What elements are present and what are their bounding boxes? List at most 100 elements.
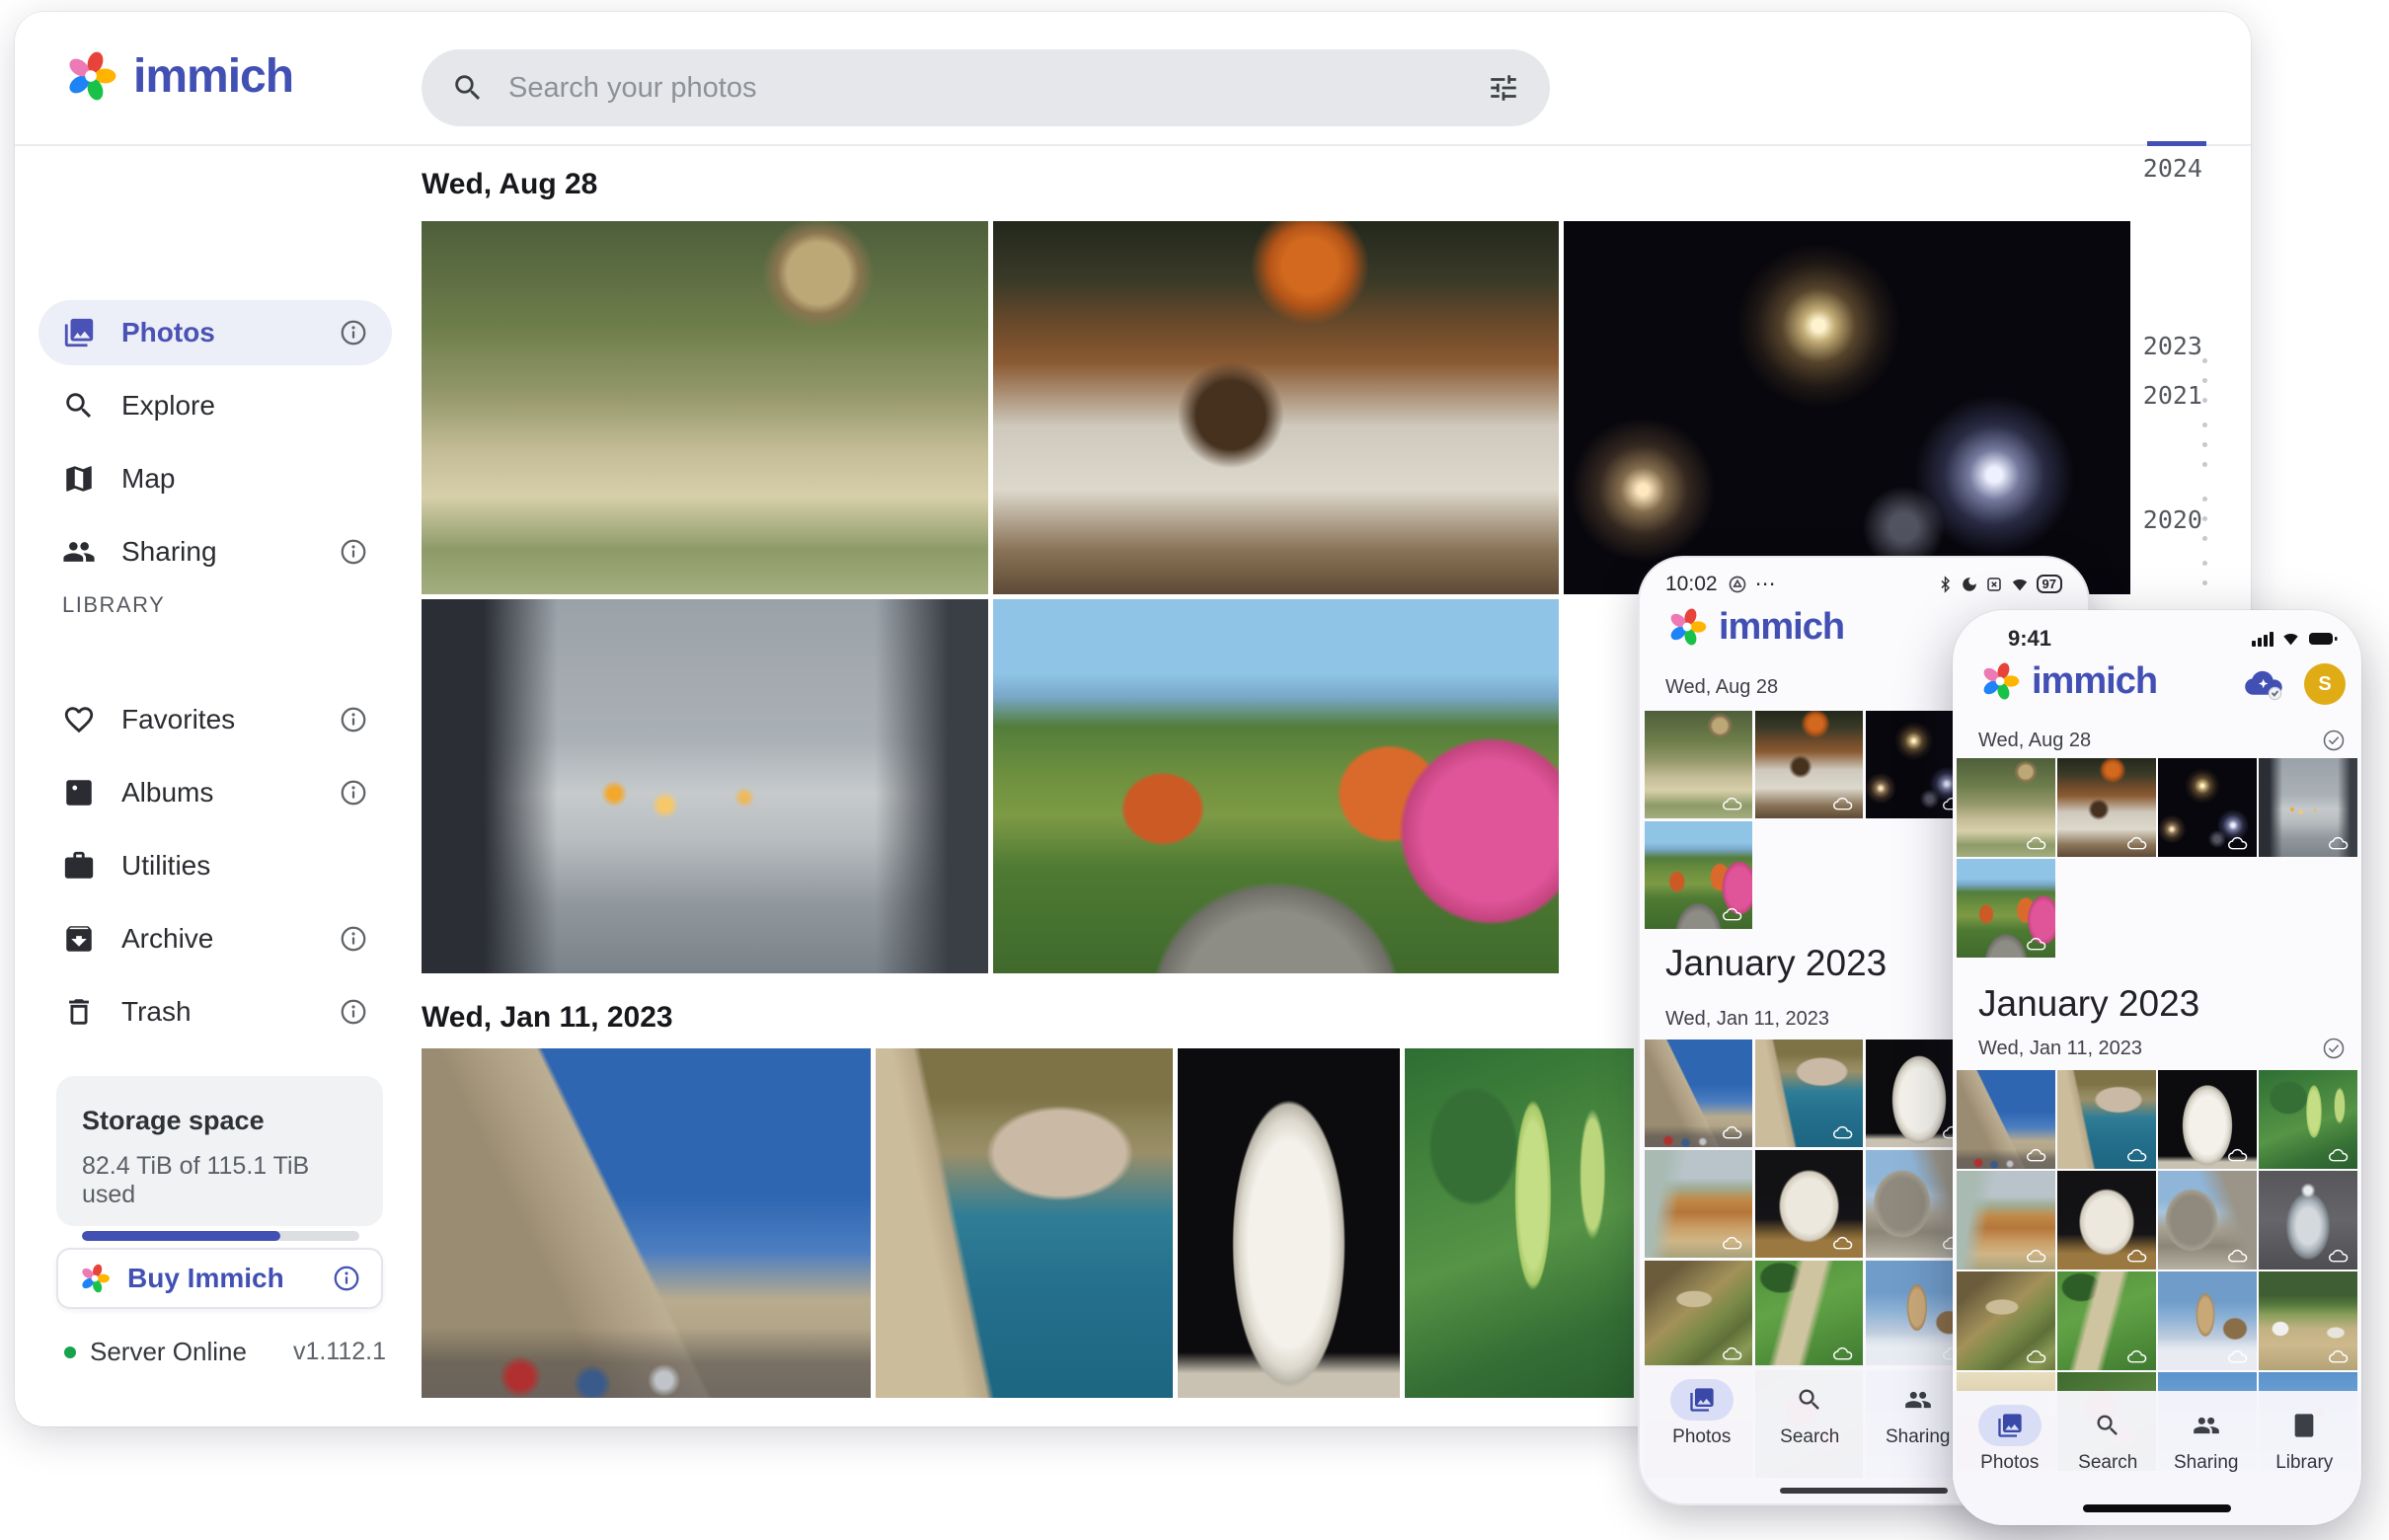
select-all-check-icon[interactable]: [2322, 729, 2346, 752]
photo-marble-bust[interactable]: [1178, 1048, 1400, 1398]
user-avatar[interactable]: S: [2304, 663, 2346, 705]
wifi-icon: [2280, 631, 2301, 647]
photo-winter-church[interactable]: [2158, 1271, 2257, 1370]
photo-monkeys-zoo[interactable]: [1645, 711, 1752, 818]
photo-monkeys-zoo[interactable]: [422, 221, 988, 594]
immich-marketing-composite: immich Upload Administration S: [0, 0, 2389, 1540]
info-icon[interactable]: [339, 537, 368, 567]
brand-name: immich: [2032, 660, 2157, 703]
home-indicator[interactable]: [2083, 1504, 2231, 1512]
status-time: 10:02: [1665, 573, 1718, 596]
photo-stone-ruins[interactable]: [2158, 1171, 2257, 1270]
brand-name: immich: [133, 49, 293, 104]
nav-item-photos[interactable]: Photos: [1967, 1405, 2052, 1474]
info-icon[interactable]: [339, 318, 368, 347]
search-input[interactable]: [506, 71, 1465, 106]
scrubber-tick-dots: [2202, 423, 2207, 467]
sidebar: Photos Explore Map Sharing LIBR: [15, 146, 410, 1426]
photo-coastal-town[interactable]: [876, 1048, 1174, 1398]
no-sim-icon: [1985, 576, 2003, 593]
photo-lizard-moss[interactable]: [2057, 1271, 2156, 1370]
photo-autumn-path[interactable]: [1957, 859, 2055, 958]
photo-coastal-town[interactable]: [1755, 1040, 1863, 1147]
photo-autumn-dinner[interactable]: [993, 221, 1560, 594]
photo-grid-row: [422, 221, 2130, 594]
immich-flower-icon: [78, 1262, 112, 1295]
photo-monkeys-zoo[interactable]: [1957, 758, 2055, 857]
photo-autumn-path[interactable]: [1645, 821, 1752, 929]
nav-item-sharing[interactable]: Sharing: [1876, 1379, 1961, 1448]
immich-logo[interactable]: immich: [62, 47, 293, 105]
notification-icon: [1728, 575, 1747, 594]
photo-lizard-log[interactable]: [1645, 1261, 1752, 1368]
sidebar-item-utilities[interactable]: Utilities: [39, 833, 392, 898]
search-bar[interactable]: [422, 49, 1550, 126]
photo-silver-trophy[interactable]: [2259, 1171, 2357, 1270]
photo-castle-walls[interactable]: [1957, 1070, 2055, 1169]
sidebar-item-archive[interactable]: Archive: [39, 906, 392, 971]
photo-castle-walls[interactable]: [422, 1048, 871, 1398]
nav-item-sharing[interactable]: Sharing: [2164, 1405, 2249, 1474]
server-status-row: Server Online v1.112.1: [64, 1337, 386, 1367]
cloud-backup-badge-icon: [1832, 1347, 1853, 1360]
storage-card: Storage space 82.4 TiB of 115.1 TiB used: [56, 1076, 383, 1226]
photo-fireworks[interactable]: [2158, 758, 2257, 857]
info-icon[interactable]: [339, 778, 368, 808]
info-icon[interactable]: [332, 1264, 361, 1293]
photo-alpine-village[interactable]: [2259, 1271, 2357, 1370]
sidebar-item-photos[interactable]: Photos: [39, 300, 392, 365]
cloud-backup-badge-icon: [2227, 1349, 2248, 1363]
photo-coastal-town[interactable]: [2057, 1070, 2156, 1169]
heart-icon: [62, 703, 96, 736]
photo-sea-grapes[interactable]: [2259, 1070, 2357, 1169]
map-icon: [62, 462, 96, 496]
photo-fireworks[interactable]: [1564, 221, 2130, 594]
nav-item-library[interactable]: Library: [2262, 1405, 2347, 1474]
cloud-backup-badge-icon: [1722, 1236, 1742, 1250]
photo-rock-sculpture[interactable]: [1755, 1150, 1863, 1258]
photo-holding-hands[interactable]: [422, 599, 988, 973]
info-icon[interactable]: [339, 997, 368, 1027]
photo-lizard-moss[interactable]: [1755, 1261, 1863, 1368]
photo-autumn-dinner[interactable]: [1755, 711, 1863, 818]
sidebar-item-explore[interactable]: Explore: [39, 373, 392, 438]
sidebar-label: Favorites: [121, 704, 313, 735]
photo-rock-sculpture[interactable]: [2057, 1171, 2156, 1270]
photo-autumn-dinner[interactable]: [2057, 758, 2156, 857]
cloud-backup-badge-icon: [2328, 1249, 2349, 1263]
sidebar-item-trash[interactable]: Trash: [39, 979, 392, 1044]
photos-icon: [62, 316, 96, 349]
nav-item-search[interactable]: Search: [1767, 1379, 1852, 1448]
photo-grid: [1957, 758, 2357, 958]
photo-sea-grapes[interactable]: [1405, 1048, 1634, 1398]
photo-castle-walls[interactable]: [1645, 1040, 1752, 1147]
buy-immich-button[interactable]: Buy Immich: [56, 1248, 383, 1309]
date-header-aug-28: Wed, Aug 28: [422, 168, 597, 201]
photo-autumn-path[interactable]: [993, 599, 1560, 973]
filter-icon[interactable]: [1487, 71, 1520, 105]
photo-lizard-log[interactable]: [1957, 1271, 2055, 1370]
immich-flower-icon: [1978, 659, 2022, 703]
cloud-backup-badge-icon: [1722, 907, 1742, 921]
nav-item-photos[interactable]: Photos: [1659, 1379, 1744, 1448]
home-indicator[interactable]: [1780, 1488, 1948, 1494]
sidebar-item-favorites[interactable]: Favorites: [39, 687, 392, 752]
photo-beach-cliff[interactable]: [1957, 1171, 2055, 1270]
photo-marble-bust[interactable]: [2158, 1070, 2257, 1169]
nav-item-search[interactable]: Search: [2065, 1405, 2150, 1474]
photo-beach-cliff[interactable]: [1645, 1150, 1752, 1258]
select-all-check-icon[interactable]: [2322, 1037, 2346, 1060]
cloud-backup-icon[interactable]: [2241, 665, 2286, 703]
more-notifications-icon: ⋯: [1755, 572, 1778, 596]
battery-indicator: 97: [2037, 575, 2062, 593]
sidebar-item-sharing[interactable]: Sharing: [39, 519, 392, 584]
sidebar-item-map[interactable]: Map: [39, 446, 392, 511]
sidebar-item-albums[interactable]: Albums: [39, 760, 392, 825]
info-icon[interactable]: [339, 924, 368, 954]
photo-holding-hands[interactable]: [2259, 758, 2357, 857]
utilities-icon: [62, 849, 96, 883]
scrubber-year-2021: 2021: [2118, 381, 2202, 410]
info-icon[interactable]: [339, 705, 368, 734]
android-status-bar: 10:02 ⋯ 97: [1665, 572, 2062, 596]
server-status-label: Server Online: [90, 1337, 279, 1367]
